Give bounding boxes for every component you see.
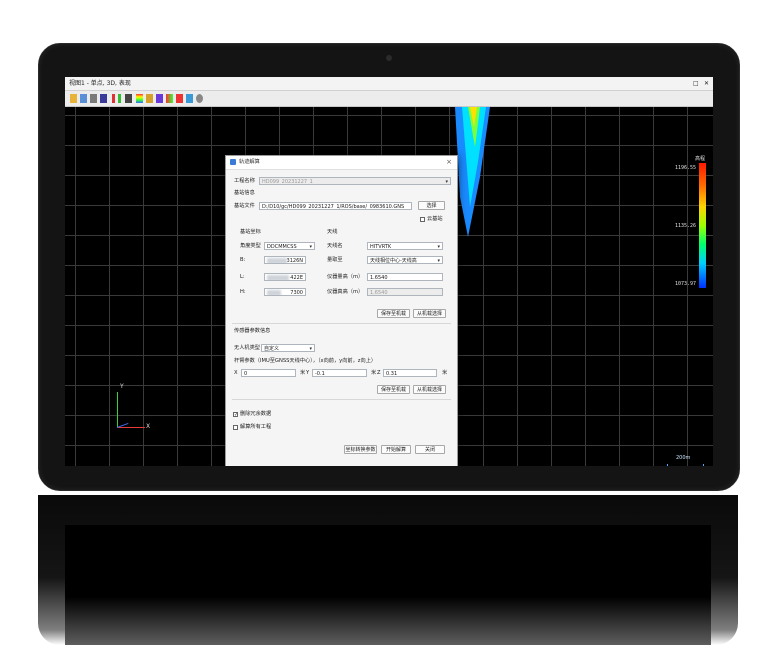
blurred-height (267, 290, 281, 295)
divider-2 (232, 399, 451, 400)
instrument-height-label: 仪器量高（m） (327, 274, 364, 280)
reflection-screen (65, 525, 711, 645)
x-field[interactable]: 0 (241, 369, 296, 377)
chart-bar-icon[interactable] (156, 94, 163, 103)
uav-type-select[interactable]: 自定义 (261, 344, 315, 352)
screen: 视图1 - 单点, 3D, 表现 □ ✕ 高程 1196.55 1135.26 … (65, 77, 713, 466)
maximize-button[interactable]: □ (693, 78, 699, 89)
trajectory-solve-dialog: 轨迹解算 × 工程名称 HD099_20231227_1 基站信息 基站文件 D… (225, 155, 458, 466)
instrument-true-field: 1.6540 (367, 288, 443, 296)
toolbar (65, 91, 713, 107)
x-unit: 米 (300, 370, 306, 376)
open-icon[interactable] (70, 94, 77, 103)
blurred-latitude (267, 258, 287, 263)
axis-y (117, 392, 118, 427)
delete-redundant-checkbox[interactable]: ✓ (233, 412, 238, 418)
y-label: Y (306, 370, 310, 376)
l-value: 422E (290, 275, 303, 281)
layers-icon[interactable] (100, 94, 107, 103)
refresh-icon[interactable] (196, 94, 203, 103)
antenna-name-label: 天线名 (327, 243, 343, 249)
divider (232, 323, 451, 324)
browse-button[interactable]: 选择 (418, 201, 445, 210)
chart-icon[interactable] (112, 94, 115, 103)
print-icon[interactable] (90, 94, 97, 103)
3d-viewport[interactable]: 高程 1196.55 1135.26 1073.97 Y X 200m 轨迹解算… (65, 107, 713, 466)
coord-param-button[interactable]: 坐标转换参数 (344, 445, 377, 454)
laptop-reflection (38, 495, 738, 645)
webcam (386, 55, 392, 61)
cloud-base-checkbox[interactable] (420, 217, 425, 222)
palette-icon[interactable] (146, 94, 153, 103)
base-coord-section-title: 基站坐标 (240, 229, 261, 235)
colorbar-title: 高程 (695, 156, 706, 162)
b-value: 3126N (286, 258, 303, 264)
ruler-icon[interactable] (118, 94, 121, 103)
window-titlebar: 视图1 - 单点, 3D, 表现 □ ✕ (65, 77, 713, 91)
axis-y-label: Y (120, 383, 124, 390)
instrument-true-label: 仪器真高（m） (327, 289, 364, 295)
colorbar-min: 1073.97 (675, 281, 697, 287)
measure-to-label: 量取至 (327, 257, 343, 263)
save-to-device-button[interactable]: 保存至机载 (377, 309, 410, 318)
gradient-icon[interactable] (166, 94, 173, 103)
colorbar-mid: 1135.26 (675, 223, 697, 229)
color-icon[interactable] (136, 94, 143, 103)
window-title: 视图1 - 单点, 3D, 表现 (69, 80, 131, 87)
y-field[interactable]: -0.1 (312, 369, 367, 377)
instrument-height-field[interactable]: 1.6540 (367, 273, 443, 281)
close-dialog-button[interactable]: 关闭 (415, 445, 445, 454)
grid-icon[interactable] (125, 94, 132, 103)
base-file-field[interactable]: D:/D10/gc/HD099_20231227_1/ROS/base/_098… (259, 202, 412, 210)
h-label: H: (240, 289, 246, 295)
save-icon[interactable] (80, 94, 87, 103)
dialog-titlebar: 轨迹解算 × (226, 156, 457, 170)
sensor-section-title: 传感器参数信息 (234, 328, 271, 334)
base-file-label: 基站文件 (234, 203, 255, 209)
angle-type-label: 角度类型 (240, 243, 261, 249)
select-from-device-button-2[interactable]: 从机载选择 (413, 385, 446, 394)
axis-x (117, 427, 145, 428)
colorbar-max: 1196.55 (675, 165, 697, 171)
scale-label: 200m (676, 455, 691, 461)
b-label: B: (240, 257, 246, 263)
project-name-select[interactable]: HD099_20231227_1 (259, 177, 451, 185)
l-label: L: (240, 274, 245, 280)
project-name-label: 工程名称 (234, 178, 255, 184)
scale-bar (667, 464, 704, 466)
close-icon[interactable]: × (446, 158, 452, 166)
z-field[interactable]: 0.31 (383, 369, 437, 377)
cloud-base-label: 云基站 (427, 216, 443, 222)
close-window-button[interactable]: ✕ (704, 78, 709, 89)
elevation-colorbar (699, 163, 706, 288)
uav-type-label: 无人机类型 (234, 345, 260, 351)
solve-all-label: 解算所有工程 (240, 424, 272, 430)
antenna-section-title: 天线 (327, 229, 338, 235)
delete-redundant-label: 删除冗余数据 (240, 411, 272, 417)
blurred-longitude (267, 275, 289, 280)
h-field[interactable]: 7300 (264, 288, 306, 296)
angle-type-select[interactable]: DDCMMCSS (264, 242, 315, 250)
z-unit: 米 (442, 370, 448, 376)
solve-all-checkbox[interactable] (233, 425, 238, 430)
select-from-device-button[interactable]: 从机载选择 (413, 309, 446, 318)
app-icon (230, 159, 236, 165)
z-label: Z (377, 370, 381, 376)
lever-arm-label: 杆臂参数（IMU至GNSS天线中心），（x向前，y向前，z向上） (234, 358, 377, 364)
h-value: 7300 (290, 290, 303, 296)
base-section-title: 基站信息 (234, 190, 255, 196)
measure-to-select[interactable]: 天线相位中心-天线高 (367, 256, 443, 264)
axis-x-label: X (146, 423, 151, 430)
y-unit: 米 (371, 370, 377, 376)
settings-icon[interactable] (176, 94, 183, 103)
dialog-title: 轨迹解算 (239, 159, 260, 165)
l-field[interactable]: 422E (264, 273, 306, 281)
x-label: X (234, 370, 238, 376)
antenna-name-select[interactable]: HITVRTK (367, 242, 443, 250)
start-solve-button[interactable]: 开始解算 (381, 445, 411, 454)
view-icon[interactable] (186, 94, 193, 103)
save-to-device-button-2[interactable]: 保存至机载 (377, 385, 410, 394)
b-field[interactable]: 3126N (264, 256, 306, 264)
